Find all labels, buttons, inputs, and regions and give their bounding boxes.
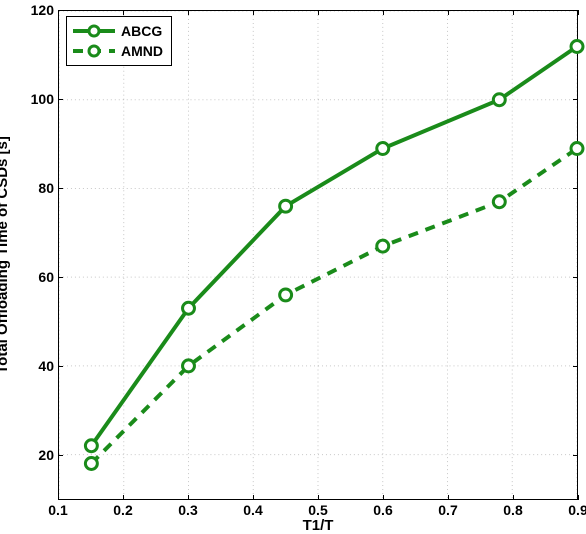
y-axis-label-text: Total Offloading Time of CSDs [s] bbox=[0, 136, 11, 374]
plot-area bbox=[58, 10, 578, 500]
data-marker bbox=[280, 289, 292, 301]
series-group bbox=[85, 41, 583, 470]
y-axis-label: Total Offloading Time of CSDs [s] bbox=[0, 17, 11, 255]
x-tick: 0.4 bbox=[243, 502, 262, 518]
legend-entry-amnd: AMND bbox=[73, 41, 163, 61]
series-line-abcg bbox=[91, 46, 577, 445]
data-marker bbox=[280, 200, 292, 212]
data-marker bbox=[571, 41, 583, 53]
y-tick: 80 bbox=[14, 180, 54, 196]
legend-entry-abcg: ABCG bbox=[73, 21, 163, 41]
grid bbox=[59, 11, 577, 499]
y-tick: 20 bbox=[14, 447, 54, 463]
x-axis-label: T1/T bbox=[303, 517, 334, 534]
x-tick: 0.8 bbox=[503, 502, 522, 518]
data-marker bbox=[183, 302, 195, 314]
data-marker bbox=[571, 143, 583, 155]
y-tick: 40 bbox=[14, 358, 54, 374]
x-tick: 0.9 bbox=[568, 502, 586, 518]
legend-label-abcg: ABCG bbox=[121, 23, 162, 39]
legend-swatch-amnd bbox=[73, 44, 115, 58]
series-line-amnd bbox=[91, 149, 577, 464]
data-marker bbox=[85, 440, 97, 452]
data-marker bbox=[493, 94, 505, 106]
legend: ABCG AMND bbox=[66, 16, 172, 66]
x-tick: 0.2 bbox=[113, 502, 132, 518]
x-tick: 0.5 bbox=[308, 502, 327, 518]
plot-svg bbox=[59, 11, 577, 499]
x-tick: 0.6 bbox=[373, 502, 392, 518]
chart-container: 20 40 60 80 100 120 0.1 0.2 0.3 0.4 0.5 0.6 0.7 0.8 0… bbox=[0, 0, 586, 528]
y-tick: 60 bbox=[14, 269, 54, 285]
x-tick: 0.3 bbox=[178, 502, 197, 518]
x-tick: 0.7 bbox=[438, 502, 457, 518]
data-marker bbox=[493, 196, 505, 208]
y-tick: 120 bbox=[14, 2, 54, 18]
data-marker bbox=[183, 360, 195, 372]
data-marker bbox=[377, 143, 389, 155]
y-tick: 100 bbox=[14, 91, 54, 107]
legend-swatch-abcg bbox=[73, 24, 115, 38]
x-tick: 0.1 bbox=[48, 502, 67, 518]
legend-label-amnd: AMND bbox=[121, 43, 163, 59]
data-marker bbox=[377, 240, 389, 252]
data-marker bbox=[85, 458, 97, 470]
